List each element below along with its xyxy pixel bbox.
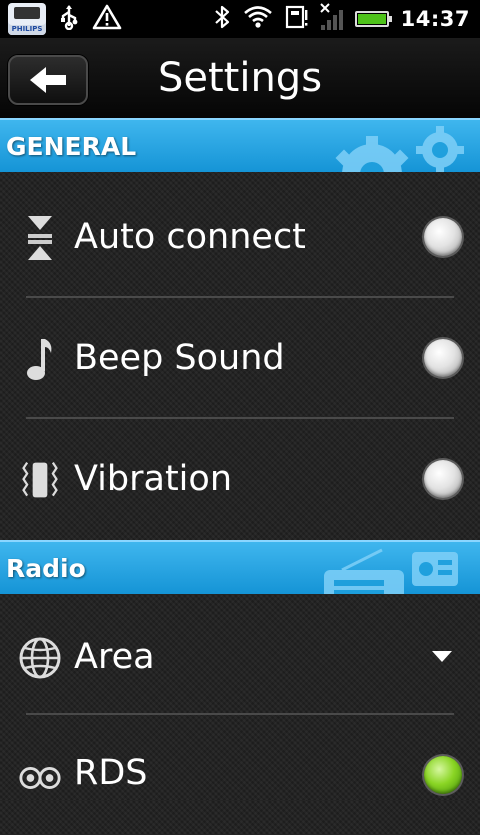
vibration-icon: [18, 455, 62, 505]
philips-app-badge: PHILIPS: [11, 25, 43, 33]
wifi-icon: [243, 5, 273, 33]
auto-connect-radio[interactable]: [424, 218, 462, 256]
back-button[interactable]: [8, 55, 88, 105]
setting-row-rds[interactable]: RDS: [0, 715, 480, 835]
setting-label-rds: RDS: [74, 753, 148, 793]
title-bar: Settings: [0, 38, 480, 118]
radio-icon: [324, 548, 458, 594]
back-arrow-icon: [30, 67, 66, 93]
battery-level: [357, 14, 386, 24]
page-title: Settings: [157, 55, 323, 101]
globe-icon: [18, 633, 62, 683]
setting-label-auto-connect: Auto connect: [74, 217, 306, 257]
clock-time: 14:37: [400, 7, 470, 31]
warning-icon: [92, 4, 122, 34]
rds-icon: [18, 753, 62, 803]
signal-icon: [319, 3, 343, 30]
setting-label-vibration: Vibration: [74, 459, 232, 499]
bluetooth-icon: [213, 4, 231, 34]
setting-row-auto-connect[interactable]: Auto connect: [0, 177, 480, 297]
section-label-radio: Radio: [6, 554, 86, 583]
section-header-general: GENERAL: [0, 118, 480, 172]
battery-icon: [354, 11, 392, 27]
beep-sound-radio[interactable]: [424, 339, 462, 377]
setting-row-area[interactable]: Area: [0, 597, 480, 717]
section-label-general: GENERAL: [6, 132, 137, 161]
philips-app-icon: PHILIPS: [8, 3, 46, 35]
chevron-down-icon[interactable]: [432, 651, 452, 662]
gear-icon: [335, 126, 464, 172]
setting-row-vibration[interactable]: Vibration: [0, 419, 480, 539]
rds-radio[interactable]: [424, 756, 462, 794]
setting-label-area: Area: [74, 637, 155, 677]
section-header-radio: Radio: [0, 540, 480, 594]
setting-row-beep-sound[interactable]: Beep Sound: [0, 298, 480, 418]
usb-icon: [56, 4, 82, 34]
setting-label-beep-sound: Beep Sound: [74, 338, 285, 378]
auto-connect-icon: [18, 213, 62, 263]
vibration-radio[interactable]: [424, 460, 462, 498]
status-bar: PHILIPS 14:37: [0, 0, 480, 38]
sim-storage-icon: [285, 4, 309, 34]
music-note-icon: [18, 334, 62, 384]
